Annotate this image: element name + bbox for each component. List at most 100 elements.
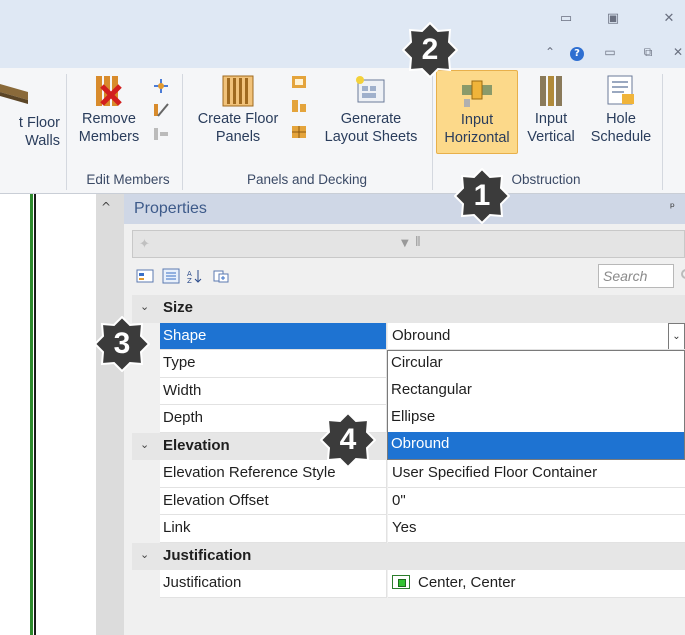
- svg-text:Z: Z: [187, 277, 192, 284]
- category-label: Size: [163, 299, 194, 316]
- document-close-button[interactable]: ✕: [668, 42, 685, 62]
- sort-az-icon[interactable]: AZ: [186, 268, 204, 285]
- selector-divider: ‖: [415, 233, 421, 249]
- callout-number: 1: [473, 179, 491, 212]
- panel-tool-icon-1[interactable]: [290, 74, 308, 90]
- minimize-button[interactable]: ▭: [553, 8, 579, 30]
- remove-members-button[interactable]: Remove Members: [74, 74, 144, 146]
- document-restore-button[interactable]: ⧉: [638, 42, 658, 62]
- floor-walls-button[interactable]: t Floor Walls: [0, 78, 60, 150]
- property-label: Justification: [160, 570, 387, 598]
- shape-select[interactable]: Obround ⌄: [388, 322, 685, 350]
- help-icon-glyph: ?: [570, 47, 584, 61]
- property-label: Type: [160, 350, 387, 378]
- property-label: Elevation Offset: [160, 487, 387, 515]
- drawing-canvas[interactable]: [0, 194, 96, 635]
- properties-title: Properties: [134, 200, 207, 217]
- input-horizontal-label-2: Horizontal: [444, 130, 510, 146]
- ribbon: t Floor Walls Remove Members Edit Member…: [0, 68, 685, 194]
- collapse-ribbon-icon[interactable]: ⌃: [540, 42, 560, 62]
- pin-icon[interactable]: ᵖ: [670, 200, 675, 214]
- chevron-down-icon[interactable]: ⌄: [140, 438, 149, 451]
- panels-decking-group-label: Panels and Decking: [246, 172, 368, 187]
- generate-layout-sheets-label-1: Generate: [340, 111, 402, 127]
- input-vertical-button[interactable]: Input Vertical: [520, 74, 582, 146]
- property-row-justification[interactable]: Justification Center, Center: [132, 570, 685, 598]
- collapse-palette-icon[interactable]: ^: [101, 200, 111, 214]
- input-horizontal-button[interactable]: Input Horizontal: [436, 70, 518, 154]
- property-row-elevation-reference-style[interactable]: Elevation Reference Style User Specified…: [132, 460, 685, 488]
- remove-members-icon: [92, 74, 126, 106]
- panel-tool-icon-3[interactable]: [290, 124, 308, 140]
- properties-header: Properties ᵖ: [124, 194, 685, 224]
- create-floor-panels-label-2: Panels: [215, 129, 261, 145]
- justification-icon: [392, 575, 410, 589]
- row-gutter: [132, 487, 160, 515]
- wall-line: [30, 194, 33, 635]
- callout-number: 4: [339, 423, 357, 456]
- callout-3: 3: [94, 316, 150, 372]
- category-justification[interactable]: ⌄ Justification: [132, 542, 685, 570]
- shape-dropdown-list: Circular Rectangular Ellipse Obround: [387, 350, 685, 460]
- property-value[interactable]: User Specified Floor Container: [388, 460, 685, 488]
- input-vertical-icon: [534, 74, 568, 106]
- document-minimize-button[interactable]: ▭: [600, 42, 620, 62]
- edit-members-group-label: Edit Members: [86, 172, 170, 187]
- shape-option-ellipse[interactable]: Ellipse: [388, 405, 684, 432]
- property-row-link[interactable]: Link Yes: [132, 515, 685, 543]
- shape-option-rectangular[interactable]: Rectangular: [388, 378, 684, 405]
- search-icon[interactable]: [678, 268, 685, 284]
- property-value[interactable]: 0": [388, 487, 685, 515]
- chevron-down-icon[interactable]: ⌄: [668, 322, 685, 350]
- callout-2: 2: [402, 22, 458, 78]
- input-vertical-label-1: Input: [534, 111, 568, 127]
- floor-walls-label-2: Walls: [25, 133, 60, 149]
- hole-schedule-label-1: Hole: [606, 111, 636, 127]
- maximize-button[interactable]: ▣: [600, 8, 626, 30]
- category-size[interactable]: ⌄ Size: [132, 295, 685, 323]
- wall-edge-line: [34, 194, 36, 635]
- shape-value: Obround: [392, 326, 451, 344]
- hole-schedule-button[interactable]: Hole Schedule: [584, 74, 658, 146]
- row-gutter: [132, 460, 160, 488]
- panel-tool-icon-2[interactable]: [290, 98, 308, 114]
- generate-layout-sheets-button[interactable]: Generate Layout Sheets: [316, 74, 426, 146]
- create-floor-panels-label-1: Create Floor: [197, 111, 279, 127]
- chevron-down-icon[interactable]: ⌄: [140, 548, 149, 561]
- search-input[interactable]: Search: [598, 264, 674, 288]
- member-tool-icon-2[interactable]: [152, 102, 170, 118]
- hole-schedule-icon: [604, 74, 638, 106]
- shape-option-circular[interactable]: Circular: [388, 351, 684, 378]
- property-row-shape[interactable]: Shape Obround ⌄: [132, 322, 685, 350]
- close-button[interactable]: ✕: [656, 8, 682, 30]
- member-tool-icon-3[interactable]: [152, 126, 170, 142]
- categorized-view-icon[interactable]: [136, 268, 154, 284]
- layout-sheets-icon: [354, 74, 388, 106]
- chevron-down-icon[interactable]: ▼: [401, 238, 409, 249]
- callout-4: 4: [320, 412, 376, 468]
- property-value[interactable]: Yes: [388, 515, 685, 543]
- chevron-down-icon[interactable]: ⌄: [140, 300, 149, 313]
- title-bar: ▭ ▣ ✕ ⌃ ? ▭ ⧉ ✕: [0, 0, 685, 68]
- help-icon[interactable]: ?: [567, 42, 587, 62]
- property-row-elevation-offset[interactable]: Elevation Offset 0": [132, 487, 685, 515]
- floor-walls-label-1: t Floor: [18, 115, 60, 131]
- justification-value[interactable]: Center, Center: [388, 570, 685, 598]
- callout-1: 1: [454, 168, 510, 224]
- generate-layout-sheets-label-2: Layout Sheets: [324, 129, 418, 145]
- hole-schedule-label-2: Schedule: [590, 129, 652, 145]
- category-label: Elevation: [163, 436, 230, 454]
- member-tool-icon-1[interactable]: [152, 78, 170, 94]
- property-label: Width: [160, 377, 387, 405]
- input-vertical-label-2: Vertical: [527, 129, 575, 145]
- sorted-view-icon[interactable]: [162, 268, 180, 284]
- property-label: Shape: [160, 322, 387, 350]
- row-gutter: [132, 405, 160, 433]
- create-floor-panels-button[interactable]: Create Floor Panels: [192, 74, 284, 146]
- callout-number: 2: [421, 33, 439, 66]
- property-pages-icon[interactable]: [212, 268, 230, 284]
- element-type-selector[interactable]: ✦ ▼ ‖: [132, 230, 685, 258]
- shape-option-obround[interactable]: Obround: [388, 432, 684, 459]
- justification-text: Center, Center: [418, 574, 516, 591]
- property-label: Link: [160, 515, 387, 543]
